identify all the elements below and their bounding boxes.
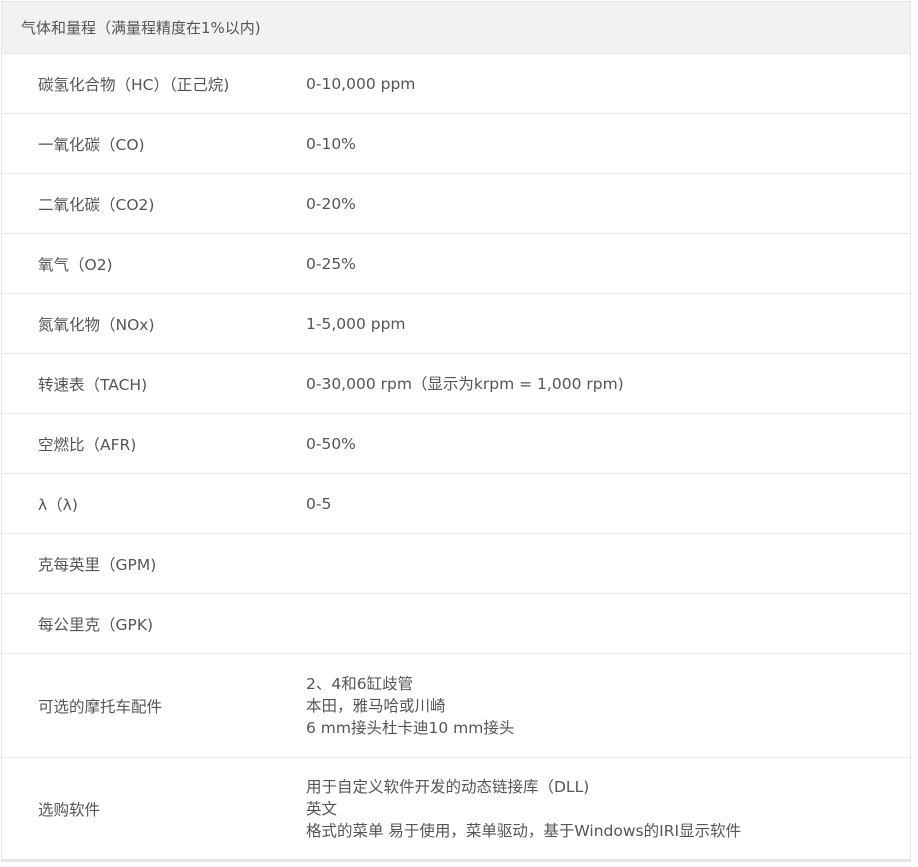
- row-label: 克每英里（GPM): [38, 555, 157, 574]
- row-value: 1-5,000 ppm: [306, 314, 406, 333]
- row-value: 0-5: [306, 494, 332, 513]
- table-row-tach: 转速表（TACH) 0-30,000 rpm（显示为krpm = 1,000 r…: [2, 354, 910, 414]
- value-line: 6 mm接头杜卡迪10 mm接头: [306, 718, 515, 737]
- row-label: 氧气（O2): [38, 255, 113, 274]
- table-row-hc: 碳氢化合物（HC）（正己烷) 0-10,000 ppm: [2, 54, 910, 114]
- row-value: 0-10%: [306, 134, 356, 153]
- table-row-gpm: 克每英里（GPM): [2, 534, 910, 594]
- row-label: 空燃比（AFR): [38, 435, 137, 454]
- row-value: 0-10,000 ppm: [306, 74, 416, 93]
- table-row-co2: 二氧化碳（CO2) 0-20%: [2, 174, 910, 234]
- row-value: 0-30,000 rpm（显示为krpm = 1,000 rpm): [306, 374, 624, 393]
- value-line: 本田，雅马哈或川崎: [306, 696, 446, 715]
- value-line: 格式的菜单 易于使用，菜单驱动，基于Windows的IRI显示软件: [306, 821, 742, 840]
- table-row-co: 一氧化碳（CO) 0-10%: [2, 114, 910, 174]
- row-label: 每公里克（GPK): [38, 615, 154, 634]
- value-line: 英文: [306, 799, 338, 818]
- row-value: 2、4和6缸歧管 本田，雅马哈或川崎 6 mm接头杜卡迪10 mm接头: [306, 673, 910, 739]
- row-value: 0-50%: [306, 434, 356, 453]
- table-row-afr: 空燃比（AFR) 0-50%: [2, 414, 910, 474]
- table-row-o2: 氧气（O2) 0-25%: [2, 234, 910, 294]
- table-header: 气体和量程（满量程精度在1%以内): [2, 1, 910, 54]
- table-row-motorcycle: 可选的摩托车配件 2、4和6缸歧管 本田，雅马哈或川崎 6 mm接头杜卡迪10 …: [2, 654, 910, 758]
- row-value: 0-25%: [306, 254, 356, 273]
- table-row-lambda: λ（λ) 0-5: [2, 474, 910, 534]
- table-row-software: 选购软件 用于自定义软件开发的动态链接库（DLL) 英文 格式的菜单 易于使用，…: [2, 758, 910, 862]
- table-header-title: 气体和量程（满量程精度在1%以内): [21, 19, 261, 37]
- row-value: 用于自定义软件开发的动态链接库（DLL) 英文 格式的菜单 易于使用，菜单驱动，…: [306, 776, 910, 842]
- row-label: 氮氧化物（NOx): [38, 315, 155, 334]
- row-label: λ（λ): [38, 495, 78, 514]
- row-label: 碳氢化合物（HC）（正己烷): [38, 75, 230, 94]
- row-value: 0-20%: [306, 194, 356, 213]
- row-label: 选购软件: [38, 800, 101, 819]
- row-label: 转速表（TACH): [38, 375, 148, 394]
- table-row-nox: 氮氧化物（NOx) 1-5,000 ppm: [2, 294, 910, 354]
- row-label: 一氧化碳（CO): [38, 135, 145, 154]
- value-line: 用于自定义软件开发的动态链接库（DLL): [306, 777, 590, 796]
- row-label: 可选的摩托车配件: [38, 697, 163, 716]
- table-row-gpk: 每公里克（GPK): [2, 594, 910, 654]
- value-line: 2、4和6缸歧管: [306, 674, 414, 693]
- row-label: 二氧化碳（CO2): [38, 195, 155, 214]
- spec-table: 气体和量程（满量程精度在1%以内) 碳氢化合物（HC）（正己烷) 0-10,00…: [1, 1, 911, 862]
